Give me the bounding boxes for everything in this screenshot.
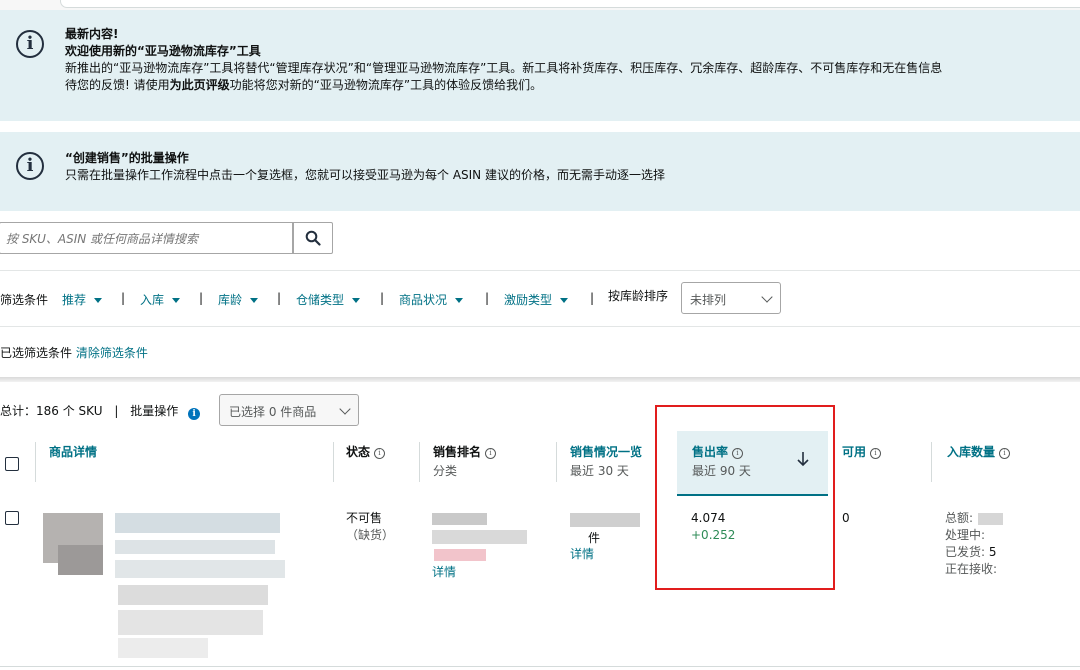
- col-available[interactable]: 可用 i: [842, 443, 882, 460]
- sort-value: 未排列: [690, 293, 727, 307]
- info-icon: i: [16, 30, 44, 58]
- inbound-processing: 处理中:: [945, 528, 986, 542]
- inbound-receiving: 正在接收:: [945, 562, 998, 576]
- filter-bar: 筛选条件 推荐 | 入库 | 库龄 | 仓储类型 | 商品状况 | 激励类型 |…: [0, 283, 1080, 313]
- status-reason: （缺货）: [346, 528, 395, 542]
- sales-details-link[interactable]: 详情: [570, 546, 594, 563]
- selected-filters: 已选筛选条件 清除筛选条件: [0, 344, 148, 361]
- summary-row: 总计：186 个 SKU | 批量操作 i: [0, 402, 201, 420]
- alert-text: “创建销售”的批量操作 只需在批量操作工作流程中点击一个复选框，您就可以接受亚马…: [65, 150, 665, 184]
- col-status[interactable]: 状态 i: [346, 443, 386, 460]
- col-divider: [931, 442, 932, 482]
- col-inbound[interactable]: 入库数量 i: [947, 443, 1011, 460]
- bulk-action-select[interactable]: 已选择 0 件商品: [219, 394, 359, 426]
- search-icon: [305, 230, 321, 246]
- separator: |: [277, 291, 282, 305]
- table-header: 商品详情 状态 i 销售排名 i 分类 销售情况一览 最近 30 天 可用 i 入库数量 i: [0, 431, 1080, 496]
- col-divider: [333, 442, 334, 482]
- sort-select[interactable]: 未排列: [681, 282, 781, 314]
- section-divider: [0, 377, 1080, 382]
- filter-condition[interactable]: 商品状况: [399, 291, 464, 308]
- caret-down-icon: [560, 298, 569, 303]
- top-bar-edge: [60, 0, 1080, 8]
- feedback-text: 待您的反馈! 请使用: [65, 78, 170, 92]
- highlight-box: [655, 405, 835, 590]
- bulk-sales-alert: i “创建销售”的批量操作 只需在批量操作工作流程中点击一个复选框，您就可以接受…: [0, 132, 1080, 211]
- alert-feedback: 待您的反馈! 请使用为此页评级功能将您对新的“亚马逊物流库存”工具的体验反馈给我…: [65, 77, 942, 94]
- filter-label: 筛选条件: [0, 293, 49, 307]
- whats-new-alert: i 最新内容! 欢迎使用新的“亚马逊物流库存”工具 新推出的“亚马逊物流库存”工…: [0, 10, 1080, 121]
- status-text: 不可售: [346, 511, 383, 525]
- caret-down-icon: [94, 298, 103, 303]
- info-icon: i: [485, 448, 497, 459]
- col-divider: [556, 442, 557, 482]
- col-divider: [35, 442, 36, 482]
- search-field: [0, 222, 293, 254]
- top-strip: [0, 0, 1080, 10]
- bulk-select-value: 已选择 0 件商品: [229, 405, 317, 419]
- caret-down-icon: [250, 298, 259, 303]
- selected-filters-label: 已选筛选条件: [0, 346, 73, 360]
- caret-down-icon: [172, 298, 181, 303]
- alert-text: 最新内容! 欢迎使用新的“亚马逊物流库存”工具 新推出的“亚马逊物流库存”工具将…: [65, 26, 942, 94]
- filter-incentive[interactable]: 激励类型: [504, 291, 569, 308]
- alert-body: 新推出的“亚马逊物流库存”工具将替代“管理库存状况”和“管理亚马逊物流库存”工具…: [65, 61, 943, 75]
- filter-inbound[interactable]: 入库: [140, 291, 181, 308]
- separator: |: [590, 291, 595, 305]
- sales-rank-details-link[interactable]: 详情: [432, 564, 456, 581]
- clear-filters-link[interactable]: 清除筛选条件: [76, 346, 148, 360]
- divider: [0, 326, 1080, 327]
- filter-recommended[interactable]: 推荐: [62, 291, 103, 308]
- separator: |: [114, 404, 119, 418]
- chevron-down-icon: [761, 291, 773, 303]
- separator: |: [485, 291, 490, 305]
- separator: |: [380, 291, 385, 305]
- row-checkbox[interactable]: [5, 511, 19, 525]
- alert-subtitle: 欢迎使用新的“亚马逊物流库存”工具: [65, 44, 261, 58]
- inbound-blur: [978, 513, 1003, 525]
- bulk-actions-label: 批量操作: [130, 404, 179, 418]
- search-button[interactable]: [293, 222, 333, 254]
- alert-body: 只需在批量操作工作流程中点击一个复选框，您就可以接受亚马逊为每个 ASIN 建议…: [65, 168, 665, 182]
- info-icon: i: [374, 448, 386, 459]
- chevron-down-icon: [339, 403, 351, 415]
- col-sales-rank[interactable]: 销售排名 i 分类: [433, 443, 497, 479]
- caret-down-icon: [352, 298, 361, 303]
- inbound-shipped: 已发货: 5: [945, 545, 997, 559]
- feedback-text-tail: 功能将您对新的“亚马逊物流库存”工具的体验反馈给我们。: [229, 78, 543, 92]
- filter-storage-type[interactable]: 仓储类型: [296, 291, 361, 308]
- available-value: 0: [842, 511, 850, 525]
- rate-page-link[interactable]: 为此页评级: [170, 78, 230, 92]
- col-divider: [419, 442, 420, 482]
- caret-down-icon: [455, 298, 464, 303]
- alert-title: 最新内容!: [65, 27, 119, 41]
- total-sku-count: 总计：186 个 SKU: [0, 404, 103, 418]
- separator: |: [199, 291, 204, 305]
- row-divider: [0, 666, 1080, 667]
- info-icon: i: [999, 448, 1011, 459]
- filter-age[interactable]: 库龄: [218, 291, 259, 308]
- divider: [0, 270, 1080, 271]
- info-icon: i: [870, 448, 882, 459]
- sort-label: 按库龄排序: [608, 289, 669, 303]
- search-input[interactable]: [4, 224, 288, 254]
- status-cell: 不可售 （缺货）: [346, 510, 394, 544]
- info-icon: i: [16, 152, 44, 180]
- col-sales-overview[interactable]: 销售情况一览 最近 30 天: [570, 443, 642, 479]
- col-product-details[interactable]: 商品详情: [49, 443, 97, 460]
- info-icon[interactable]: i: [188, 408, 201, 420]
- select-all-checkbox[interactable]: [5, 457, 19, 471]
- separator: |: [121, 291, 126, 305]
- sales-units: 件: [588, 531, 601, 545]
- alert-title: “创建销售”的批量操作: [65, 151, 189, 165]
